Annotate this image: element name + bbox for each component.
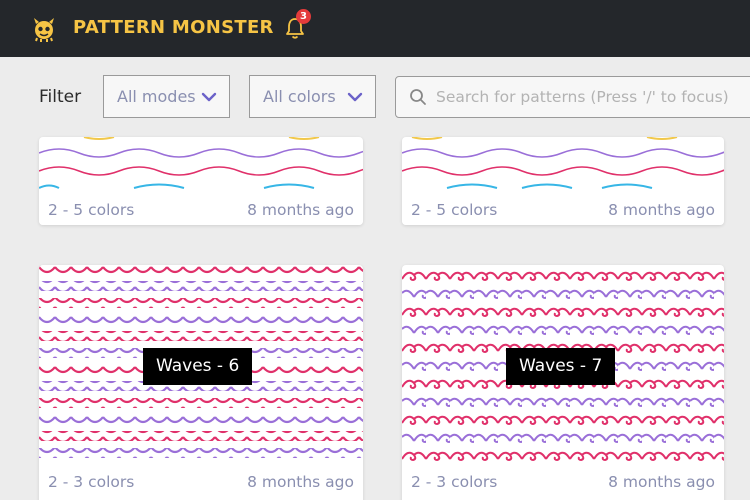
card-colors: 2 - 5 colors: [48, 201, 135, 219]
card-time: 8 months ago: [247, 201, 354, 219]
pattern-card[interactable]: 2 - 5 colors 8 months ago: [402, 137, 724, 225]
modes-select-value: All modes: [117, 87, 196, 106]
card-meta: 2 - 5 colors 8 months ago: [39, 195, 363, 225]
card-colors: 2 - 5 colors: [411, 201, 498, 219]
card-meta: 2 - 3 colors 8 months ago: [402, 467, 724, 497]
search-icon: [410, 89, 426, 105]
top-bar: PATTERN MONSTER 3: [0, 0, 750, 57]
pattern-preview: [402, 137, 724, 189]
filter-label: Filter: [39, 87, 82, 107]
brand-name[interactable]: PATTERN MONSTER: [73, 17, 274, 38]
pattern-card[interactable]: Waves - 7 2 - 3 colors 8 months ago: [402, 265, 724, 500]
card-colors: 2 - 3 colors: [411, 473, 498, 491]
pattern-title[interactable]: Waves - 7: [506, 348, 616, 385]
notification-badge: 3: [296, 9, 311, 24]
card-meta: 2 - 5 colors 8 months ago: [402, 195, 724, 225]
pattern-card[interactable]: Waves - 6 2 - 3 colors 8 months ago: [39, 265, 363, 500]
card-time: 8 months ago: [247, 473, 354, 491]
pattern-title[interactable]: Waves - 6: [143, 348, 253, 385]
search-input[interactable]: [436, 86, 736, 108]
card-colors: 2 - 3 colors: [48, 473, 135, 491]
card-time: 8 months ago: [608, 201, 715, 219]
card-time: 8 months ago: [608, 473, 715, 491]
colors-select-value: All colors: [263, 87, 336, 106]
monster-logo-icon[interactable]: [30, 14, 58, 42]
pattern-card[interactable]: 2 - 5 colors 8 months ago: [39, 137, 363, 225]
colors-select[interactable]: All colors: [249, 75, 376, 118]
pattern-preview: [39, 137, 363, 189]
card-meta: 2 - 3 colors 8 months ago: [39, 467, 363, 497]
chevron-down-icon: [201, 92, 217, 102]
chevron-down-icon: [347, 92, 363, 102]
modes-select[interactable]: All modes: [103, 75, 230, 118]
search-box: [395, 76, 750, 118]
